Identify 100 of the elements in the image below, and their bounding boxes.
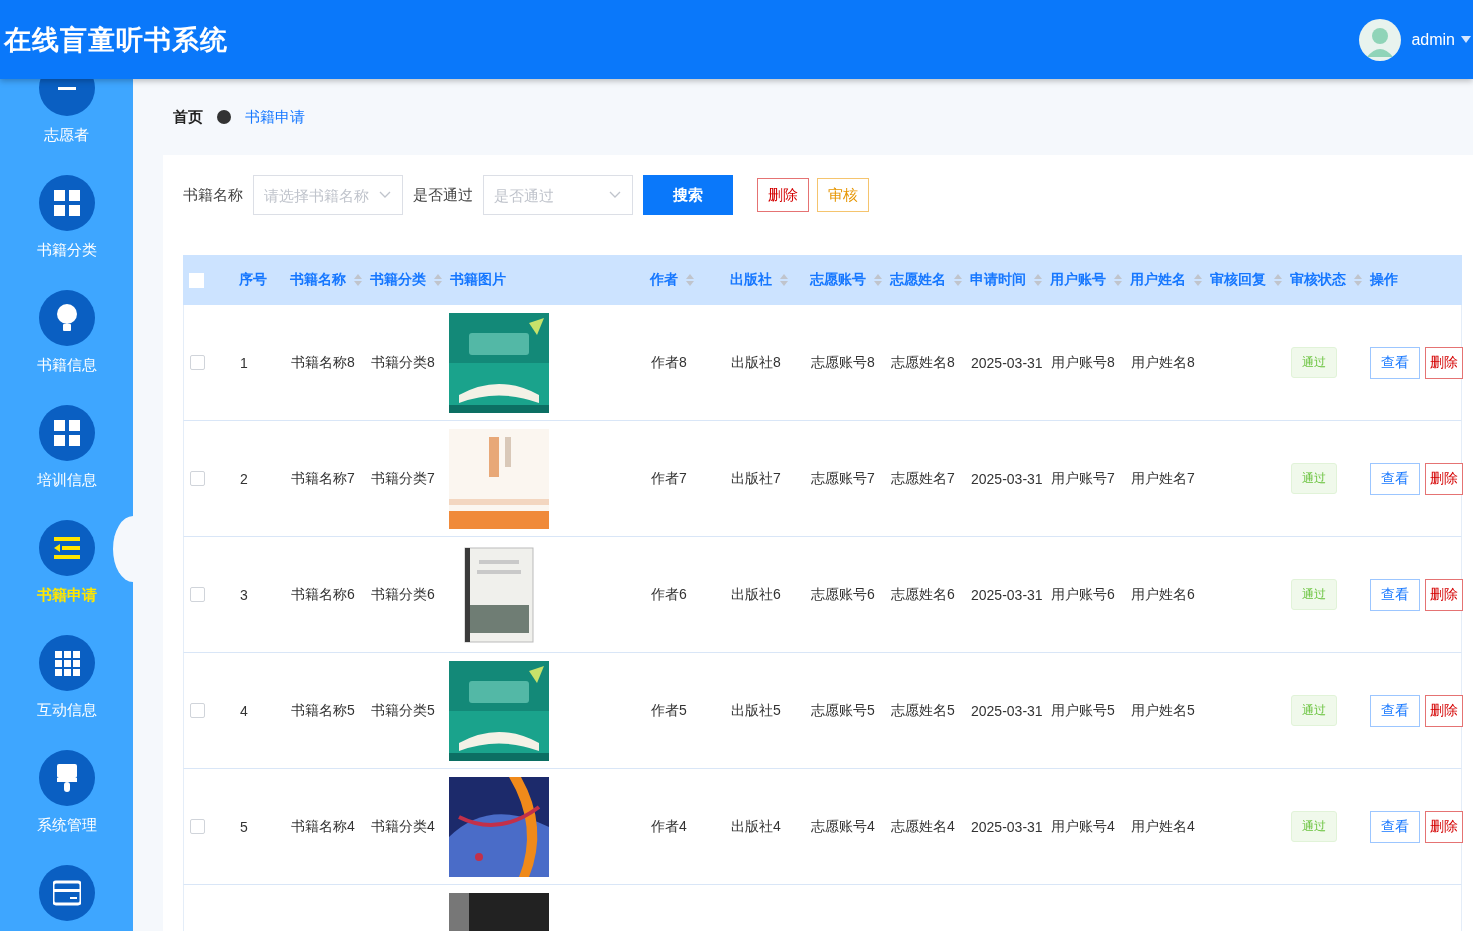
delete-button[interactable]: 删除 xyxy=(1425,810,1463,843)
sort-icon[interactable] xyxy=(1194,273,1202,287)
sidebar-item[interactable]: 书籍信息 xyxy=(0,261,133,376)
select-field[interactable]: 请选择书籍名称 xyxy=(253,175,403,215)
table-cell: 书籍分类8 xyxy=(371,353,435,372)
checkbox[interactable] xyxy=(190,703,205,718)
table-cell: 志愿姓名8 xyxy=(891,353,955,372)
column-header[interactable]: 审核状态 xyxy=(1290,271,1362,289)
status-tag: 通过 xyxy=(1291,463,1337,494)
caret-icon[interactable] xyxy=(1461,36,1471,43)
table-cell: 志愿账号5 xyxy=(811,701,875,720)
sidebar-item[interactable]: 互动信息 xyxy=(0,606,133,721)
view-button[interactable]: 查看 xyxy=(1370,346,1420,379)
table-cell: 4 xyxy=(240,702,248,719)
column-header[interactable]: 书籍名称 xyxy=(290,271,362,289)
table-cell: 2025-03-31 xyxy=(971,818,1043,835)
table-cell: 3 xyxy=(240,586,248,603)
sort-icon[interactable] xyxy=(1274,273,1282,287)
search-button[interactable]: 搜索 xyxy=(643,175,733,215)
view-button[interactable]: 查看 xyxy=(1370,810,1420,843)
table-cell: 2025-03-31 xyxy=(971,470,1043,487)
column-header[interactable]: 作者 xyxy=(650,271,694,289)
table-cell: 志愿姓名4 xyxy=(891,817,955,836)
checkbox[interactable] xyxy=(190,819,205,834)
minus-icon xyxy=(57,86,76,90)
table-cell: 用户姓名5 xyxy=(1131,701,1195,720)
table-cell: 用户账号7 xyxy=(1051,469,1115,488)
column-header[interactable]: 用户账号 xyxy=(1050,271,1122,289)
table-cell: 志愿姓名6 xyxy=(891,585,955,604)
sort-icon[interactable] xyxy=(1114,273,1122,287)
sidebar-item[interactable]: 书籍申请 xyxy=(0,491,133,606)
sort-icon[interactable] xyxy=(354,273,362,287)
status-tag: 通过 xyxy=(1291,579,1337,610)
column-header[interactable]: 志愿账号 xyxy=(810,271,882,289)
delete-button[interactable]: 删除 xyxy=(1425,694,1463,727)
review-button[interactable]: 审核 xyxy=(817,178,869,212)
select-field[interactable]: 是否通过 xyxy=(483,175,633,215)
status-tag: 通过 xyxy=(1291,811,1337,842)
grid-icon xyxy=(52,649,81,677)
table-cell: 2025-03-31 xyxy=(971,354,1043,371)
column-header[interactable]: 志愿姓名 xyxy=(890,271,962,289)
field-label: 是否通过 xyxy=(413,185,473,205)
column-header[interactable]: 序号 xyxy=(239,271,267,289)
status-tag: 通过 xyxy=(1291,347,1337,378)
delete-button[interactable]: 删除 xyxy=(757,178,809,212)
table-cell: 作者8 xyxy=(651,353,687,372)
table-cell: 用户姓名7 xyxy=(1131,469,1195,488)
card-icon xyxy=(52,879,81,907)
checkbox[interactable] xyxy=(190,587,205,602)
table-cell: 书籍名称6 xyxy=(291,585,355,604)
table-cell: 用户账号6 xyxy=(1051,585,1115,604)
table-cell: 出版社5 xyxy=(731,701,781,720)
view-button[interactable]: 查看 xyxy=(1370,578,1420,611)
avatar[interactable] xyxy=(1359,18,1402,61)
table-cell: 出版社7 xyxy=(731,469,781,488)
user-name[interactable]: admin xyxy=(1411,30,1455,49)
column-header[interactable]: 审核回复 xyxy=(1210,271,1282,289)
sort-icon[interactable] xyxy=(1354,273,1362,287)
table-cell: 书籍名称7 xyxy=(291,469,355,488)
breadcrumb-item: 书籍申请 xyxy=(245,107,305,127)
table-cell: 出版社6 xyxy=(731,585,781,604)
delete-button[interactable]: 删除 xyxy=(1425,462,1463,495)
view-button[interactable]: 查看 xyxy=(1370,462,1420,495)
table-cell: 志愿账号4 xyxy=(811,817,875,836)
table-cell: 志愿账号8 xyxy=(811,353,875,372)
table-cell: 出版社8 xyxy=(731,353,781,372)
sort-icon[interactable] xyxy=(434,273,442,287)
sort-icon[interactable] xyxy=(686,273,694,287)
sort-icon[interactable] xyxy=(780,273,788,287)
delete-button[interactable]: 删除 xyxy=(1425,346,1463,379)
sort-icon[interactable] xyxy=(1034,273,1042,287)
delete-button[interactable]: 删除 xyxy=(1425,578,1463,611)
checkbox[interactable] xyxy=(190,471,205,486)
sidebar-item[interactable]: 系统管理 xyxy=(0,721,133,836)
table-cell: 作者4 xyxy=(651,817,687,836)
status-tag: 通过 xyxy=(1291,695,1337,726)
sidebar-item[interactable]: 志愿者 xyxy=(0,79,133,146)
breadcrumb-item[interactable]: 首页 xyxy=(173,107,203,127)
column-header[interactable]: 操作 xyxy=(1370,271,1398,289)
separator-dot xyxy=(217,110,231,124)
table-cell: 1 xyxy=(240,354,248,371)
grid-icon xyxy=(52,189,81,217)
table-cell: 书籍分类5 xyxy=(371,701,435,720)
chevron-icon xyxy=(379,191,391,199)
column-header[interactable]: 用户姓名 xyxy=(1130,271,1202,289)
sidebar-item[interactable]: 培训信息 xyxy=(0,376,133,491)
table-cell: 书籍名称4 xyxy=(291,817,355,836)
column-header[interactable]: 申请时间 xyxy=(970,271,1042,289)
sort-icon[interactable] xyxy=(954,273,962,287)
column-header[interactable]: 出版社 xyxy=(730,271,788,289)
table-cell: 用户姓名6 xyxy=(1131,585,1195,604)
app-title: 在线盲童听书系统 xyxy=(4,23,229,57)
column-header[interactable]: 书籍分类 xyxy=(370,271,442,289)
sidebar-item[interactable]: 书籍分类 xyxy=(0,146,133,261)
table-cell: 书籍分类7 xyxy=(371,469,435,488)
sort-icon[interactable] xyxy=(874,273,882,287)
column-header[interactable]: 书籍图片 xyxy=(450,271,506,289)
checkbox[interactable] xyxy=(190,355,205,370)
view-button[interactable]: 查看 xyxy=(1370,694,1420,727)
table-cell: 志愿账号6 xyxy=(811,585,875,604)
